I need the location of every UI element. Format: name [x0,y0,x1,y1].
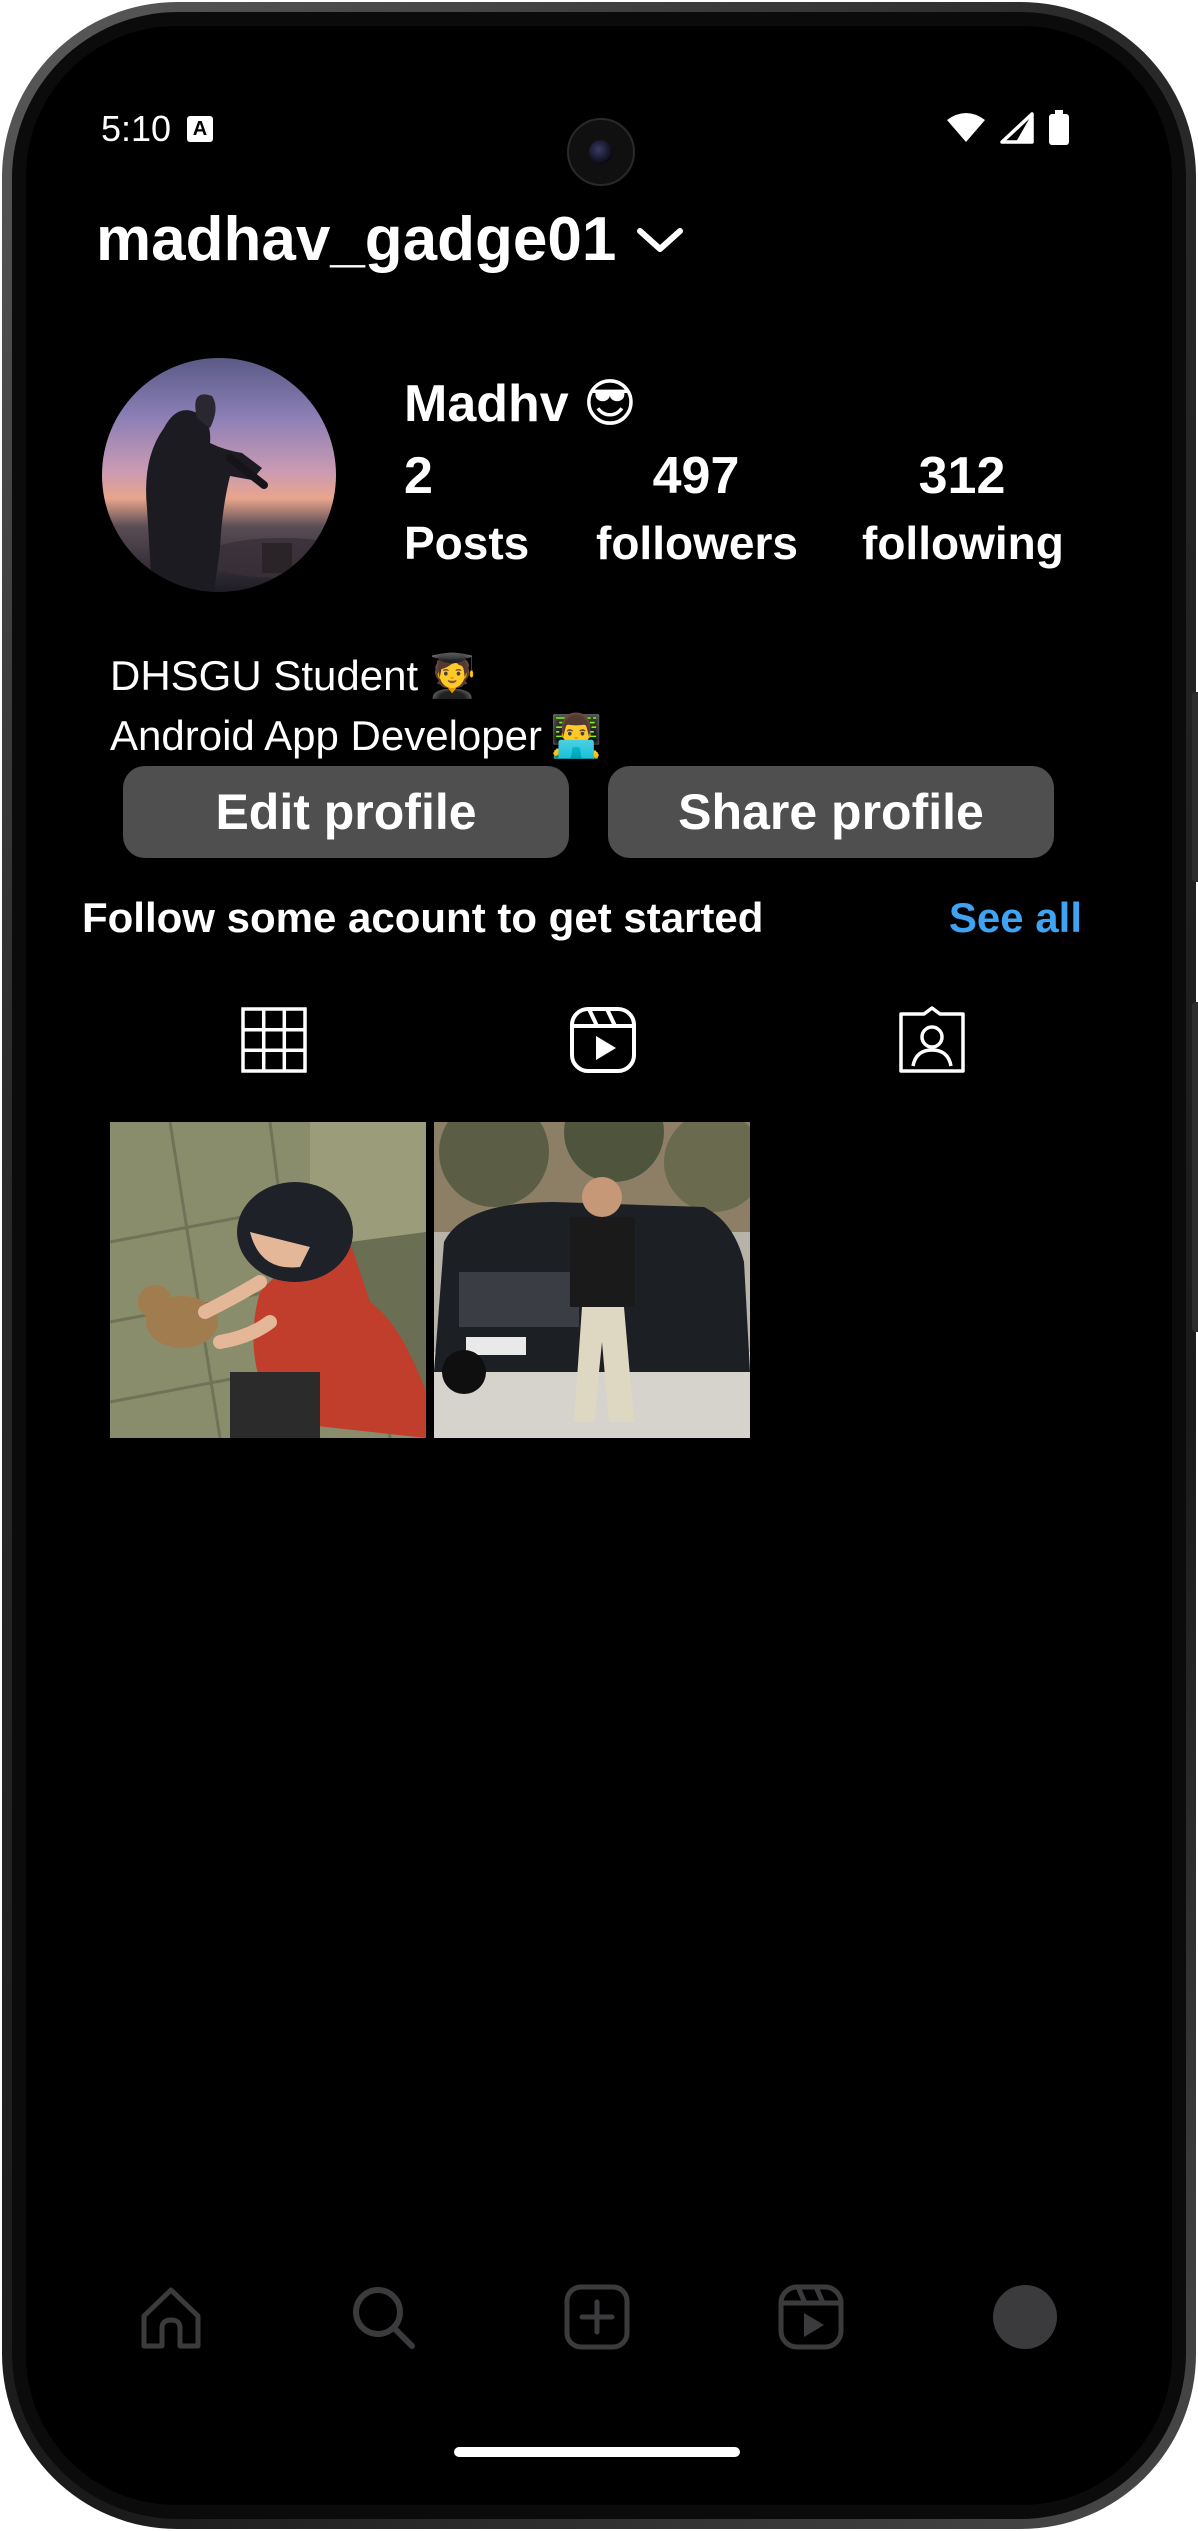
status-icons [946,110,1070,146]
bio: DHSGU Student 🧑‍🎓 Android App Developer … [110,646,602,766]
post-photo-car[interactable] [434,1122,750,1438]
status-time: 5:10 [101,108,172,149]
reels-icon[interactable] [569,1006,637,1074]
suggestions-row: Follow some acount to get started See al… [82,894,1082,942]
reels-nav-icon[interactable] [776,2282,846,2352]
posts-label: Posts [404,517,530,569]
stat-followers[interactable]: 497 followers [596,446,798,570]
home-icon[interactable] [136,2282,206,2352]
see-all-link[interactable]: See all [949,894,1082,942]
display-name-text: Madhv [404,375,569,433]
sunglasses-emoji: 😎 [582,375,637,433]
power-button [1192,692,1198,882]
battery-icon [1049,110,1069,145]
stat-following[interactable]: 312 following [862,446,1064,570]
followers-label: followers [596,517,798,569]
create-icon[interactable] [562,2282,632,2352]
following-label: following [862,517,1064,569]
home-indicator[interactable] [454,2447,740,2457]
suggestions-text: Follow some acount to get started [82,894,764,941]
front-camera [567,118,635,186]
wifi-icon [947,113,985,142]
search-icon[interactable] [348,2282,418,2352]
student-emoji: 🧑‍🎓 [426,652,479,699]
username: madhav_gadge01 [96,205,617,274]
profile-avatar[interactable] [102,358,336,592]
edit-profile-button[interactable]: Edit profile [123,766,569,858]
phone-frame: 5:10 A madhav_gadge01 Madhv 😎 2 Posts 49… [2,2,1198,2529]
chevron-down-icon [637,227,684,252]
share-profile-button[interactable]: Share profile [608,766,1054,858]
bio-line: DHSGU Student 🧑‍🎓 [110,646,602,706]
developer-emoji: 👨‍💻 [549,712,603,759]
grid-icon[interactable] [240,1006,308,1074]
following-count: 312 [918,447,1006,505]
tagged-icon[interactable] [898,1006,966,1074]
profile-nav-avatar[interactable] [990,2282,1060,2352]
account-switcher[interactable]: madhav_gadge01 [96,204,686,275]
stat-posts[interactable]: 2 Posts [404,446,529,570]
avatar-silhouette [146,394,336,592]
volume-button [1192,1002,1198,1332]
posts-count: 2 [404,447,433,505]
screen: 5:10 A madhav_gadge01 Madhv 😎 2 Posts 49… [26,26,1172,2505]
notification-badge-icon: A [187,116,213,142]
signal-icon [1000,112,1034,144]
bio-text: DHSGU Student [110,652,419,699]
followers-count: 497 [652,447,740,505]
bio-text: Android App Developer [110,712,542,759]
post-illustration-cat[interactable] [110,1122,426,1438]
display-name: Madhv 😎 [404,374,637,434]
bio-line: Android App Developer 👨‍💻 [110,706,602,766]
status-bar: 5:10 A [26,26,1172,186]
